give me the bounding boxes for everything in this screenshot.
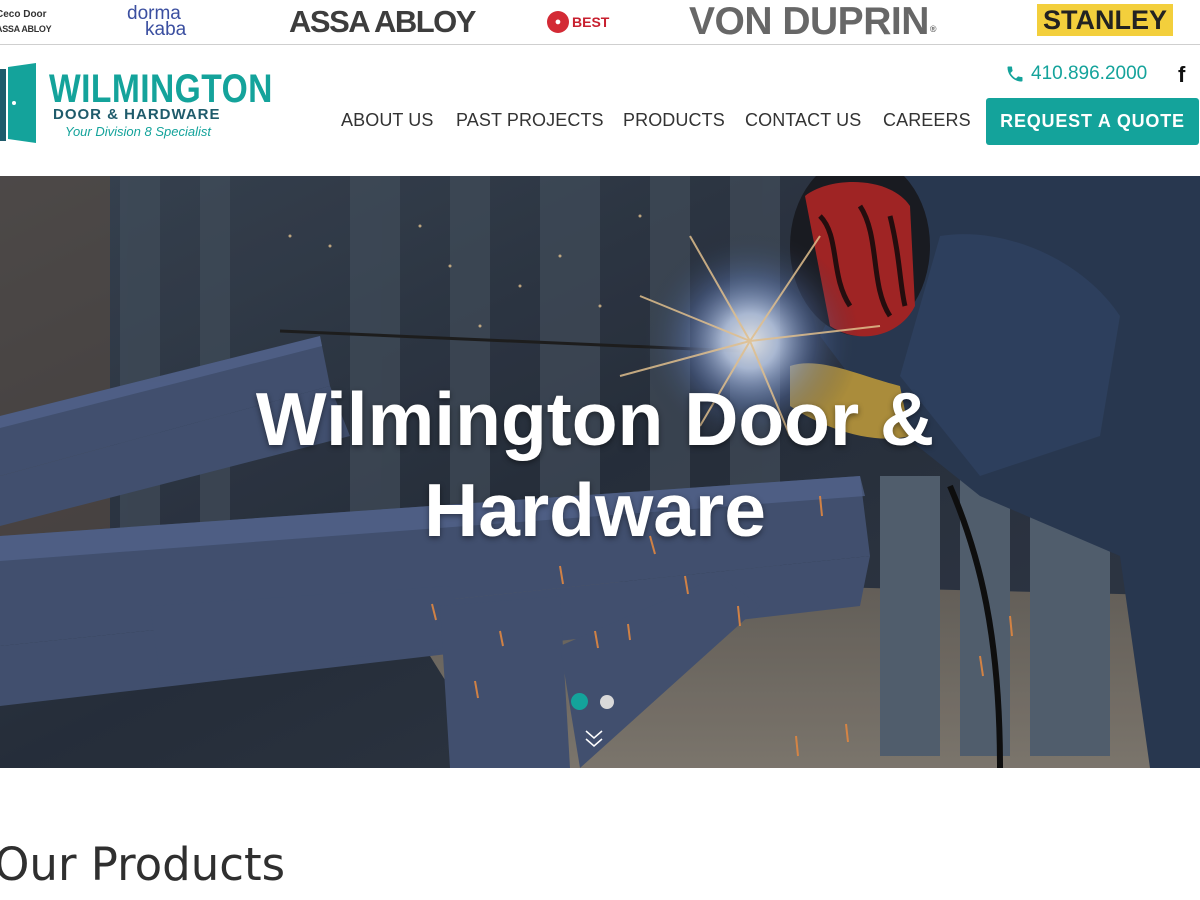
best-logo-text: BEST: [572, 14, 610, 30]
phone-link[interactable]: 410.896.2000: [1005, 63, 1147, 85]
chevron-down-icon[interactable]: [584, 727, 604, 751]
carousel-dot-2[interactable]: [600, 694, 614, 709]
hero-title-line-1: Wilmington Door &: [255, 377, 935, 461]
best-ring-icon: ●: [547, 11, 569, 33]
nav-about-us[interactable]: ABOUT US: [341, 109, 434, 131]
hero-carousel[interactable]: Wilmington Door & Hardware: [0, 176, 1200, 768]
best-logo: ● BEST: [547, 0, 609, 44]
nav-careers[interactable]: CAREERS: [883, 109, 971, 131]
site-header: WILMINGTON DOOR & HARDWARE Your Division…: [0, 45, 1200, 176]
products-section-title: Our Products: [0, 838, 286, 891]
logo-tagline: Your Division 8 Specialist: [65, 124, 211, 139]
nav-products[interactable]: PRODUCTS: [623, 109, 725, 131]
carousel-dot-1[interactable]: [571, 693, 588, 710]
dormakaba-text-2: kaba: [145, 19, 187, 40]
site-logo[interactable]: WILMINGTON DOOR & HARDWARE Your Division…: [0, 63, 272, 143]
registered-mark-icon: ®: [929, 24, 937, 34]
ceco-assa-text: ASSA ABLOY: [0, 24, 52, 34]
logo-subtitle: DOOR & HARDWARE: [53, 106, 221, 123]
hero-title: Wilmington Door & Hardware: [240, 374, 950, 556]
request-quote-button[interactable]: REQUEST A QUOTE: [986, 98, 1199, 145]
brand-logo-strip: Ceco Door ASSA ABLOY dorma kaba ASSA ABL…: [0, 0, 1200, 45]
facebook-icon[interactable]: f: [1178, 62, 1185, 88]
nav-past-projects[interactable]: PAST PROJECTS: [456, 109, 604, 131]
phone-icon: [1007, 66, 1023, 82]
ceco-door-logo: Ceco Door ASSA ABLOY: [0, 4, 52, 40]
von-duprin-logo: VON DUPRIN ®: [689, 0, 937, 44]
nav-contact-us[interactable]: CONTACT US: [745, 109, 861, 131]
phone-number: 410.896.2000: [1031, 63, 1148, 84]
carousel-dots: [571, 693, 614, 710]
assa-abloy-logo: ASSA ABLOY: [289, 4, 476, 39]
door-logo-icon: [0, 63, 36, 143]
ceco-logo-text: Ceco Door: [0, 9, 47, 20]
dormakaba-logo: dorma kaba: [127, 0, 186, 44]
stanley-logo: STANLEY: [1037, 4, 1174, 36]
hero-title-line-2: Hardware: [424, 468, 766, 552]
von-duprin-text: VON DUPRIN: [689, 0, 929, 43]
